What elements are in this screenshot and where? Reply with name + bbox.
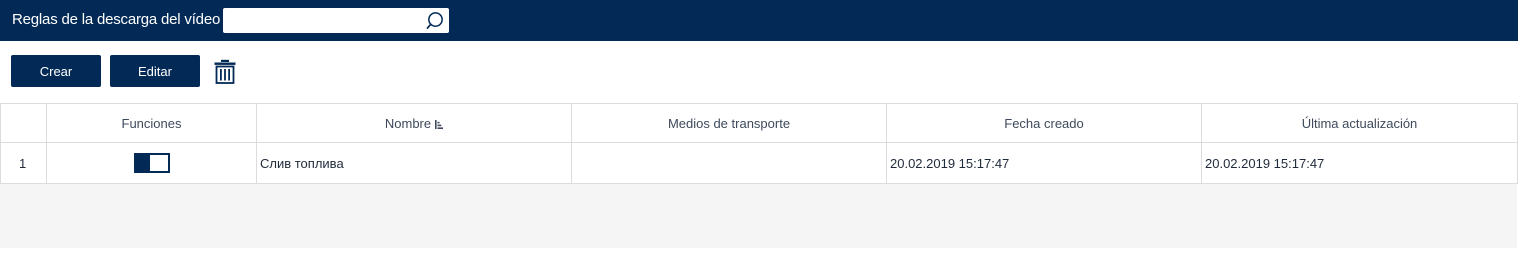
edit-button[interactable]: Editar — [110, 55, 200, 87]
column-header-nombre-label: Nombre — [384, 115, 432, 131]
search-box[interactable] — [223, 8, 449, 33]
rules-table-area: Funciones Nombre Medios de transporte Fe… — [0, 103, 1518, 248]
table-row[interactable]: 1 Слив топлива 20.02.2019 15:17:47 20.02… — [0, 142, 1518, 184]
top-bar: Reglas de la descarga del vídeo — [0, 0, 1518, 41]
column-header-nombre[interactable]: Nombre — [256, 103, 572, 143]
functions-cell — [46, 142, 257, 184]
trash-icon[interactable] — [214, 59, 236, 84]
search-icon[interactable] — [426, 11, 445, 30]
column-header-fecha-creado[interactable]: Fecha creado — [886, 103, 1202, 143]
transport-cell — [571, 142, 887, 184]
column-header-index — [0, 103, 47, 143]
column-header-funciones[interactable]: Funciones — [46, 103, 257, 143]
page-title: Reglas de la descarga del vídeo — [12, 11, 221, 28]
enable-toggle[interactable] — [133, 153, 170, 173]
toggle-knob — [149, 155, 168, 171]
create-button[interactable]: Crear — [11, 55, 101, 87]
column-header-medios-de-transporte[interactable]: Medios de transporte — [571, 103, 887, 143]
rules-table: Funciones Nombre Medios de transporte Fe… — [0, 103, 1518, 184]
created-date: 20.02.2019 15:17:47 — [886, 142, 1202, 184]
search-input[interactable] — [229, 9, 425, 32]
updated-date: 20.02.2019 15:17:47 — [1201, 142, 1518, 184]
rule-name: Слив топлива — [256, 142, 572, 184]
row-index: 1 — [0, 142, 47, 184]
column-header-ultima-actualizacion[interactable]: Última actualización — [1201, 103, 1518, 143]
sort-ascending-icon[interactable] — [435, 119, 444, 129]
table-header-row: Funciones Nombre Medios de transporte Fe… — [0, 103, 1518, 143]
